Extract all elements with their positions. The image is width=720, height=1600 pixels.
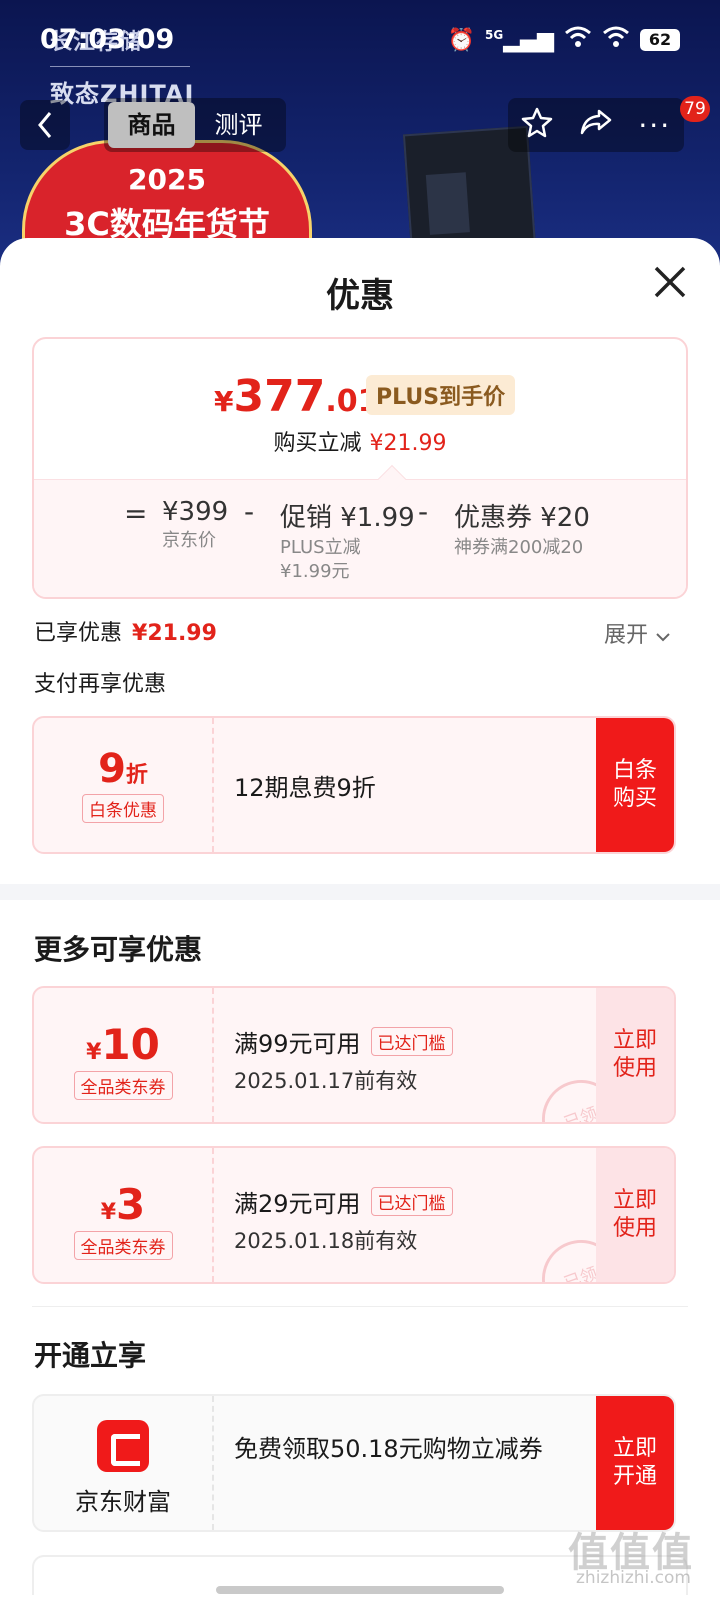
use-coupon-button[interactable]: 立即 使用 [596, 1148, 674, 1282]
breakdown-jd-price: ¥399 京东价 [162, 497, 229, 551]
baitiao-card: 9折 白条优惠 12期息费9折 白条 购买 [32, 716, 676, 854]
equals-sign: = [124, 497, 148, 530]
chevron-left-icon [38, 112, 52, 138]
status-bar: 07:03:09 ⏰ 5G▂▄▆ 62 [0, 0, 720, 80]
use-coupon-button[interactable]: 立即 使用 [596, 988, 674, 1122]
jd-finance-brand: 京东财富 [34, 1396, 214, 1530]
price-summary: ¥ 377 .01 PLUS到手价 购买立减 ¥21.99 = ¥399 京东价 … [32, 337, 688, 599]
coupon-card: ¥10 全品类东券 满99元可用 已达门槛 2025.01.17前有效 已领 立即… [32, 986, 676, 1124]
coupon-info: 满29元可用 已达门槛 2025.01.18前有效 [234, 1148, 453, 1255]
pay-more-label: 支付再享优惠 [34, 672, 167, 697]
close-icon [654, 266, 686, 298]
more-icon[interactable]: ··· [638, 109, 671, 142]
nav-actions: ··· [508, 98, 684, 152]
nav-tabs: 商品 测评 [104, 98, 286, 152]
breakdown-coupon: 优惠券 ¥20 神券满200减20 [454, 503, 590, 558]
threshold-reached-badge: 已达门槛 [370, 1187, 453, 1216]
threshold-reached-badge: 已达门槛 [370, 1027, 453, 1056]
enjoyed-discount: 已享优惠 ¥21.99 [34, 621, 217, 646]
section-divider [0, 884, 720, 900]
back-button[interactable] [20, 100, 70, 150]
final-price: ¥ 377 .01 [214, 371, 379, 422]
signal-icon: 5G▂▄▆ [485, 27, 554, 53]
minus-sign: - [418, 495, 429, 528]
baitiao-tag: 白条优惠 [82, 794, 164, 823]
baitiao-discount: 9折 白条优惠 [34, 718, 214, 852]
wifi-icon [564, 26, 592, 54]
coupon-value: ¥10 全品类东券 [34, 988, 214, 1122]
minus-sign: - [244, 495, 255, 528]
plus-price-tag: PLUS到手价 [366, 375, 516, 415]
alarm-icon: ⏰ [447, 27, 476, 53]
message-badge: 79 [680, 96, 710, 122]
coupon-value: ¥3 全品类东券 [34, 1148, 214, 1282]
chevron-down-icon [656, 633, 670, 642]
coupon-type-tag: 全品类东券 [73, 1071, 173, 1100]
close-button[interactable] [648, 260, 692, 304]
tab-product[interactable]: 商品 [108, 102, 195, 148]
promo-year: 2025 [128, 163, 206, 196]
baitiao-desc: 12期息费9折 [234, 774, 376, 802]
status-icons: ⏰ 5G▂▄▆ 62 [448, 26, 680, 54]
baitiao-buy-button[interactable]: 白条 购买 [596, 718, 674, 852]
breakdown-promo: 促销 ¥1.99 PLUS立减 ¥1.99元 [280, 503, 415, 582]
sheet-title: 优惠 [326, 276, 394, 316]
section-divider [32, 1306, 688, 1307]
coupon-card: ¥3 全品类东券 满29元可用 已达门槛 2025.01.18前有效 已领 立即使… [32, 1146, 676, 1284]
jd-finance-logo-icon [97, 1420, 149, 1472]
open-now-button[interactable]: 立即 开通 [596, 1396, 674, 1530]
wifi-icon-2 [602, 26, 630, 54]
more-discounts-title: 更多可享优惠 [34, 933, 203, 966]
jd-finance-desc: 免费领取50.18元购物立减券 [234, 1435, 543, 1463]
battery-icon: 62 [640, 29, 680, 51]
expand-button[interactable]: 展开 [604, 617, 671, 649]
discount-sheet: 优惠 ¥ 377 .01 PLUS到手价 购买立减 ¥21.99 = ¥399 京… [0, 238, 720, 1600]
share-icon[interactable] [579, 107, 613, 144]
watermark-url: zhizhizhi.com [576, 1568, 691, 1588]
jd-finance-card: 京东财富 免费领取50.18元购物立减券 立即 开通 [32, 1394, 676, 1532]
tab-review[interactable]: 测评 [195, 102, 282, 148]
home-indicator[interactable] [216, 1586, 504, 1594]
status-time: 07:03:09 [40, 24, 175, 55]
open-benefits-title: 开通立享 [34, 1339, 147, 1372]
star-icon[interactable] [521, 106, 553, 145]
coupon-type-tag: 全品类东券 [73, 1231, 173, 1260]
instant-discount: 购买立减 ¥21.99 [273, 431, 447, 456]
coupon-info: 满99元可用 已达门槛 2025.01.17前有效 [234, 988, 453, 1095]
